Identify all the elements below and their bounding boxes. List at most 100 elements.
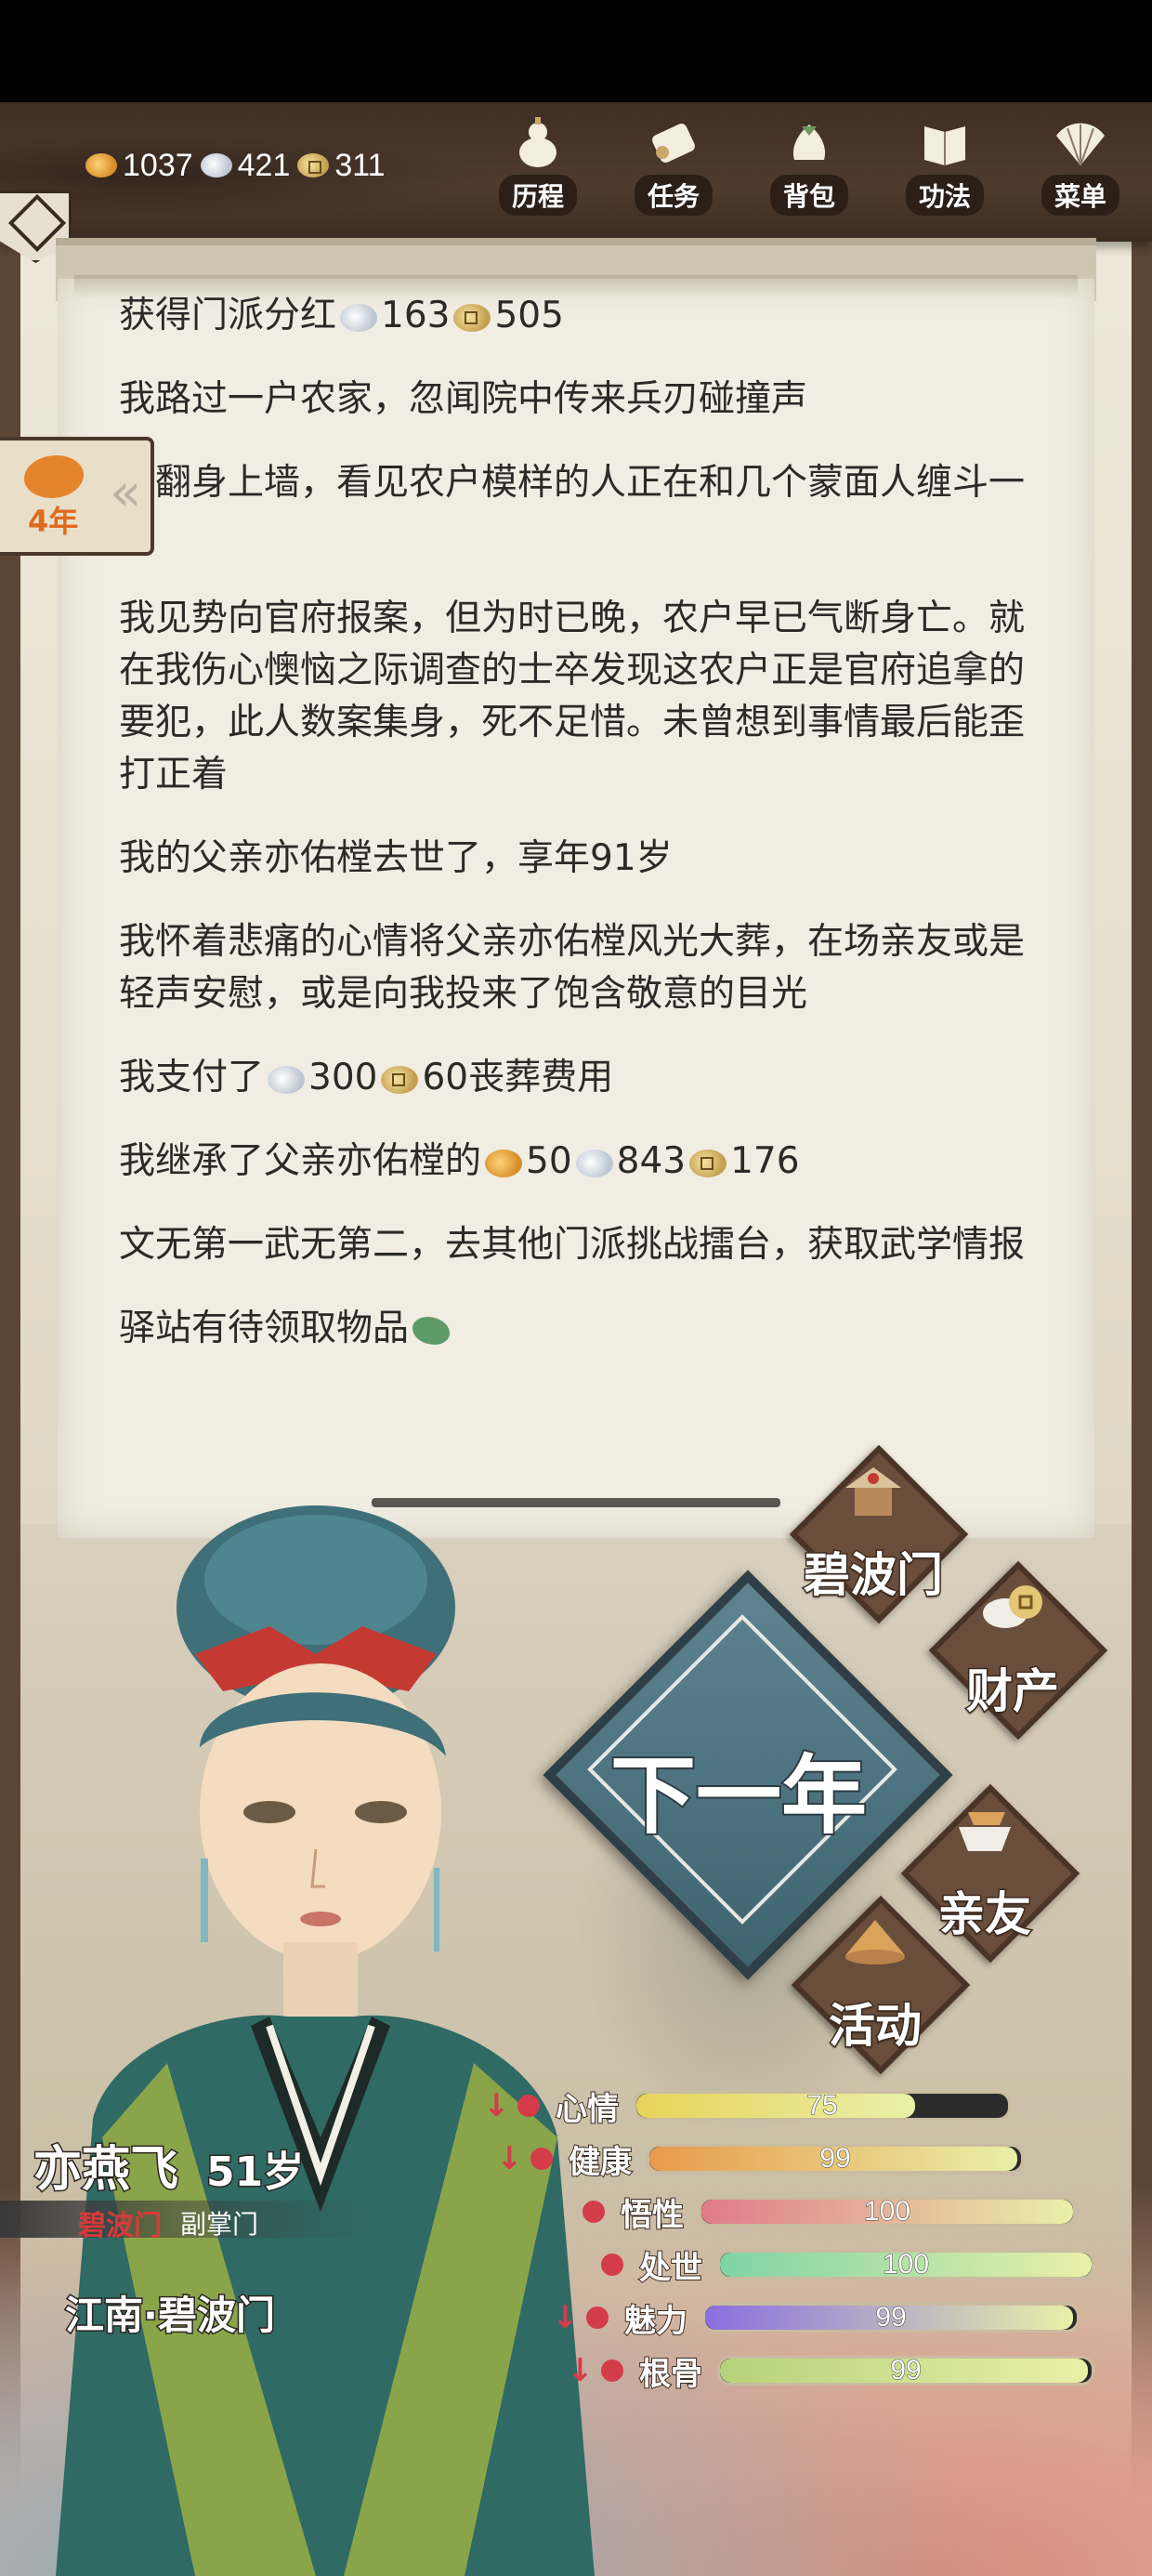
event-text: 获得门派分红 — [119, 295, 337, 336]
event-text: 驿站有待领取物品 — [119, 1308, 410, 1349]
fox-icon — [24, 455, 84, 498]
stat-bar: 75 — [634, 2091, 1011, 2121]
stat-bar: 100 — [717, 2250, 1094, 2280]
event-item: 我支付了 300 60丧葬费用 — [119, 1052, 1029, 1104]
character-nameplate[interactable]: 亦燕飞 51岁 碧波门 副掌门 江南·碧波门 — [0, 2130, 390, 2340]
event-item: 我怀着悲痛的心情将父亲亦佑樘风光大葬，在场亲友或是轻声安慰，或是向我投来了饱含敬… — [119, 921, 1026, 1015]
character-name: 亦燕飞 — [32, 2141, 179, 2200]
event-amount: 505 — [494, 295, 564, 336]
copper-amount: 311 — [334, 147, 386, 183]
attributes-panel: ↓ 心情 75 ↓ 健康 99 悟性 100 处世 100 ↓ 魅力 99 ↓ 根骨 99 — [483, 2082, 1133, 2416]
activity-button-label: 活动 — [828, 1998, 923, 2055]
stat-row-5: ↓ 根骨 99 — [567, 2346, 1094, 2395]
stat-value: 75 — [806, 2091, 838, 2121]
silver-ingot-icon — [340, 303, 378, 332]
package-icon — [412, 1316, 451, 1345]
nav-menu-button[interactable]: 菜单 — [1029, 112, 1132, 216]
event-amount: 300 — [308, 1057, 378, 1098]
stat-bar: 99 — [702, 2303, 1080, 2333]
copper-coin-icon — [297, 153, 330, 177]
silver-currency: 421 — [200, 147, 291, 184]
event-amount: 50 — [526, 1140, 572, 1182]
conical-hat-icon — [845, 1920, 905, 1965]
charm-icon — [582, 2302, 613, 2333]
arrow-down-icon: ↓ — [567, 2352, 594, 2389]
event-amount: 163 — [381, 295, 451, 336]
nav-history-button[interactable]: 历程 — [487, 112, 589, 216]
stat-row-2: 悟性 100 — [548, 2188, 1076, 2236]
stat-row-0: ↓ 心情 75 — [483, 2082, 1011, 2130]
next-year-label: 下一年 — [609, 1744, 869, 1847]
silver-amount: 421 — [237, 147, 291, 183]
flower-icon — [596, 2249, 628, 2280]
stat-label: 心情 — [555, 2090, 620, 2129]
nav-menu-label: 菜单 — [1041, 175, 1119, 216]
stat-value: 100 — [882, 2250, 930, 2280]
stat-label: 悟性 — [620, 2196, 685, 2235]
assets-button[interactable]: 财产 — [928, 1560, 1108, 1741]
event-amount: 843 — [616, 1140, 687, 1182]
event-item: 我的父亲亦佑樘去世了，享年91岁 — [119, 837, 673, 879]
event-amount: 176 — [730, 1140, 800, 1182]
copper-coin-icon — [453, 303, 491, 332]
arrow-down-icon: ↓ — [483, 2087, 510, 2124]
character-name-line: 亦燕飞 51岁 — [32, 2130, 305, 2200]
event-item: 文无第一武无第二，去其他门派挑战擂台，获取武学情报 — [119, 1224, 1026, 1266]
event-item: 我翻身上墙，看见农户模样的人正在和几个蒙面人缠斗一起 — [119, 462, 1026, 556]
fan-icon — [1052, 115, 1109, 171]
double-chevron-left-icon: « — [110, 463, 142, 523]
stat-label: 处世 — [638, 2249, 703, 2288]
event-log: 获得门派分红 163 505 我路过一户农家，忽闻院中传来兵刃碰撞声 我翻身上墙，看… — [119, 295, 1029, 1387]
stat-value: 99 — [890, 2356, 922, 2385]
stat-bar: 99 — [717, 2356, 1094, 2385]
scroll-icon — [645, 115, 702, 171]
stat-value: 100 — [863, 2197, 911, 2227]
book-icon — [916, 115, 974, 171]
stat-row-3: 处世 100 — [567, 2241, 1094, 2289]
silver-ingot-icon — [268, 1065, 306, 1094]
arrow-down-icon: ↓ — [552, 2299, 579, 2336]
mood-icon — [513, 2090, 544, 2122]
heart-icon — [526, 2143, 557, 2175]
event-item: 我见势向官府报案，但为时已晚，农户早已气断身亡。就在我伤心懊恼之际调查的士卒发现… — [119, 598, 1026, 795]
stat-value: 99 — [819, 2144, 851, 2174]
silver-ingot-icon — [575, 1149, 613, 1177]
nav-tasks-button[interactable]: 任务 — [622, 112, 725, 216]
assets-button-label: 财产 — [965, 1663, 1061, 1720]
nav-tasks-label: 任务 — [634, 175, 713, 216]
year-label: 4年 — [28, 504, 79, 539]
teacup-icon — [959, 1812, 1011, 1851]
pavilion-icon — [845, 1467, 901, 1516]
nav-skills-label: 功法 — [905, 175, 984, 216]
copper-coin-icon — [381, 1065, 419, 1094]
arrow-down-icon: ↓ — [496, 2140, 523, 2177]
gourd-icon — [509, 115, 567, 171]
stat-label: 根骨 — [638, 2355, 703, 2394]
bag-icon — [780, 115, 838, 171]
nav-skills-button[interactable]: 功法 — [894, 112, 996, 216]
nav-history-label: 历程 — [498, 175, 577, 216]
game-screen: 1037 421 311 历程 任务 背包 功法 菜单 获得门派分红 163 5… — [0, 0, 1152, 2576]
event-text: 我继承了父亲亦佑樘的 — [119, 1140, 482, 1182]
nav-bag-label: 背包 — [769, 175, 848, 216]
character-rank: 副掌门 — [180, 2209, 259, 2240]
copper-coin-icon — [689, 1149, 727, 1177]
year-tag[interactable]: 4年 « — [0, 437, 154, 556]
stat-bar: 100 — [699, 2197, 1076, 2227]
nav-bag-button[interactable]: 背包 — [758, 112, 860, 216]
stat-bar: 99 — [647, 2144, 1024, 2174]
coins-icon — [983, 1585, 1042, 1628]
currency-bar: 1037 421 311 — [85, 147, 386, 184]
character-sect: 碧波门 — [78, 2210, 162, 2242]
gold-amount: 1037 — [123, 147, 193, 183]
event-text: 我支付了 — [119, 1057, 265, 1098]
lotus-icon — [596, 2355, 628, 2386]
event-item: 获得门派分红 163 505 — [119, 290, 1029, 342]
stat-value: 99 — [875, 2303, 907, 2333]
gold-currency: 1037 — [85, 148, 193, 184]
stat-row-1: ↓ 健康 99 — [496, 2135, 1024, 2183]
activity-button[interactable]: 活动 — [791, 1895, 971, 2075]
event-text: 丧葬费用 — [468, 1057, 614, 1098]
stat-label: 魅力 — [623, 2302, 688, 2341]
insight-icon — [578, 2196, 609, 2228]
